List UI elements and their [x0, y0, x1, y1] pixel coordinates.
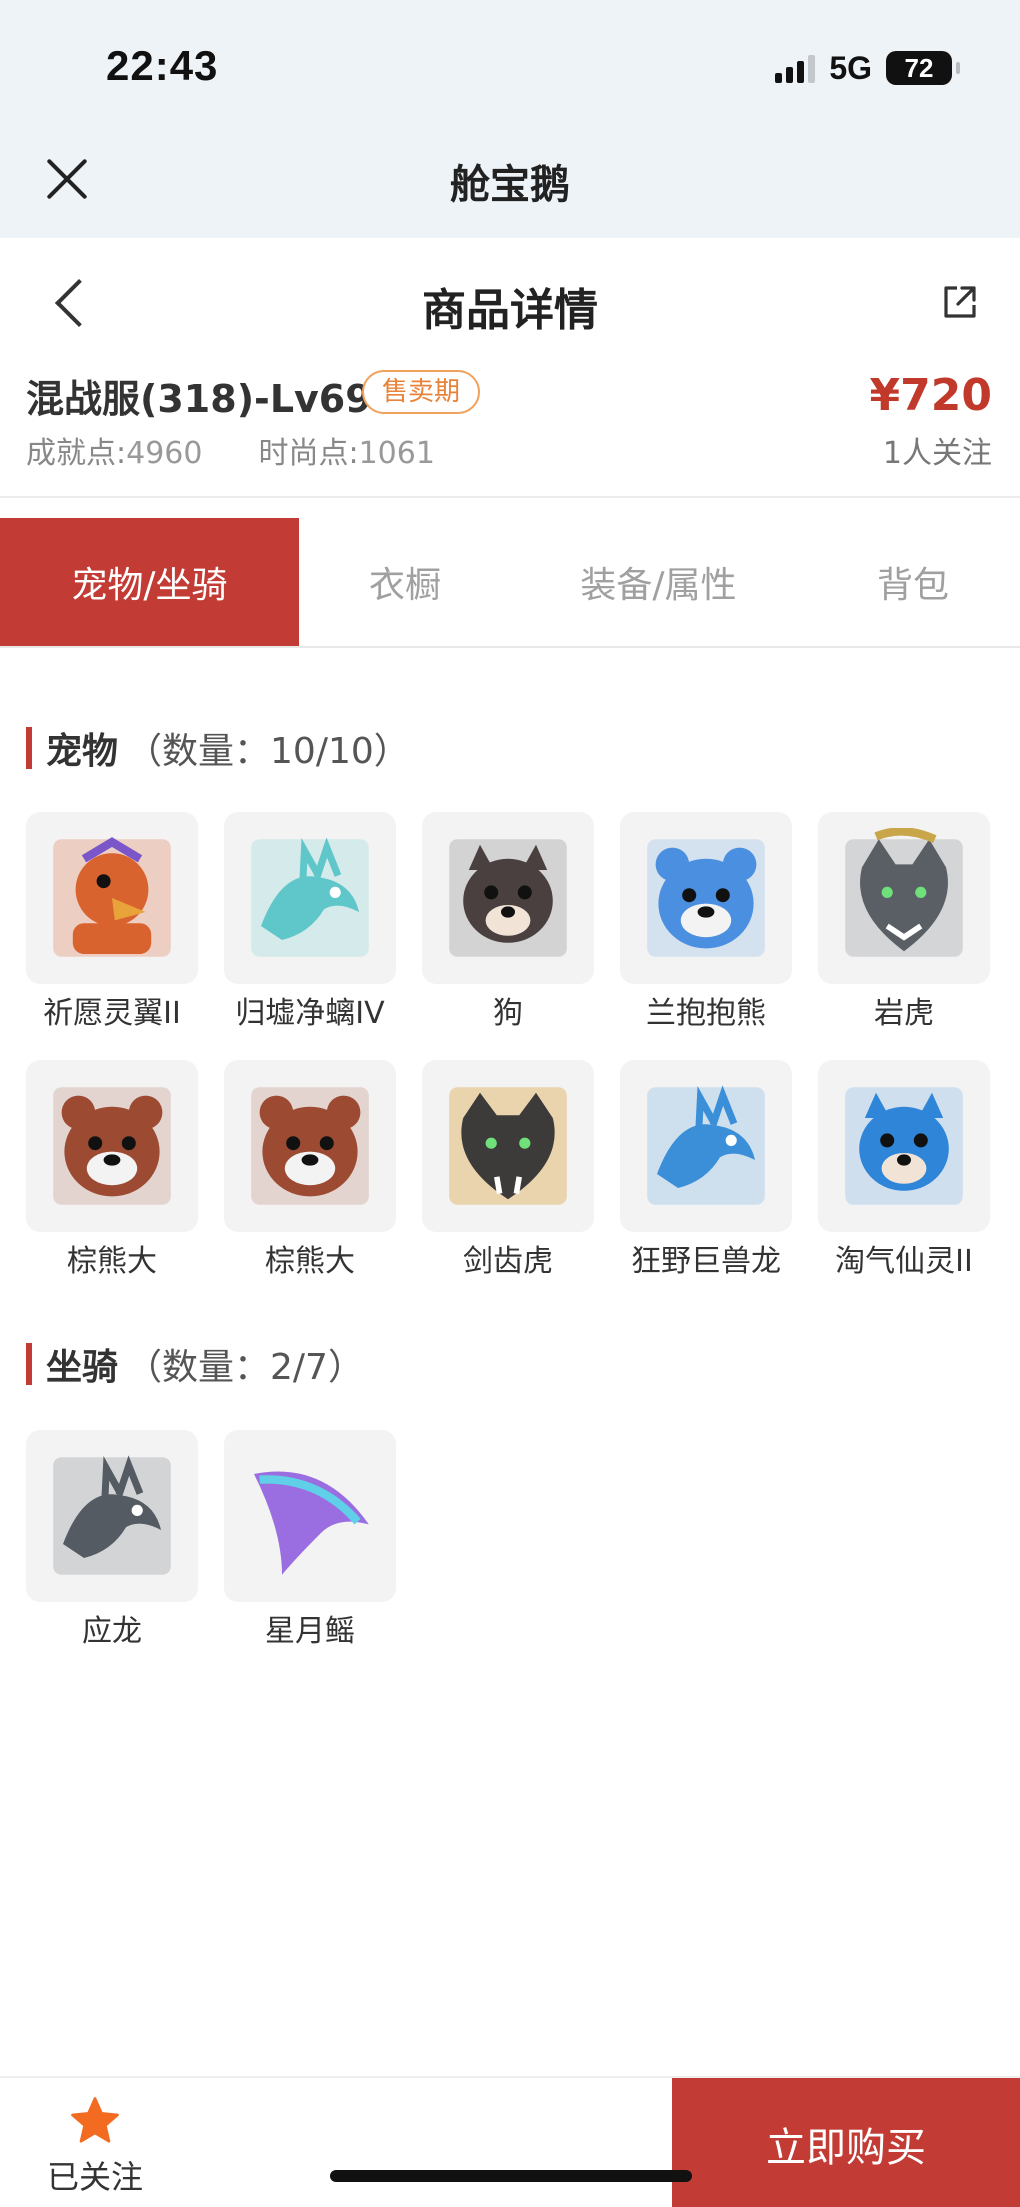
- pets-card[interactable]: 兰抱抱熊: [620, 812, 792, 1032]
- tab-pets-mounts[interactable]: 宠物/坐骑: [0, 518, 299, 646]
- mounts-card[interactable]: 星月鳐: [224, 1430, 396, 1650]
- pets-card[interactable]: 归墟净螭IV: [224, 812, 396, 1032]
- follow-label: 已关注: [46, 2158, 143, 2196]
- bear-icon: [620, 812, 792, 984]
- pets-name: 兰抱抱熊: [646, 996, 766, 1031]
- battery-icon: 72: [886, 51, 960, 85]
- pets-name: 祈愿灵翼II: [43, 996, 181, 1031]
- follow-button[interactable]: 已关注: [40, 2094, 150, 2198]
- pets-card[interactable]: 祈愿灵翼II: [26, 812, 198, 1032]
- dog-icon: [422, 812, 594, 984]
- dragon-icon: [224, 812, 396, 984]
- pets-card[interactable]: 狗: [422, 812, 594, 1032]
- pets-name: 淘气仙灵II: [835, 1244, 973, 1279]
- pets-count: （数量：10/10）: [126, 731, 410, 772]
- tiger-icon: [422, 1060, 594, 1232]
- pets-card[interactable]: 淘气仙灵II: [818, 1060, 990, 1280]
- buy-now-button[interactable]: 立即购买: [672, 2078, 1020, 2207]
- status-badge: 售卖期: [362, 370, 481, 414]
- dragon-icon: [620, 1060, 792, 1232]
- star-icon: [71, 2097, 119, 2143]
- pets-grid: 祈愿灵翼II 归墟净螭IV 狗 兰抱抱熊 岩虎棕熊大 棕熊大 剑齿虎 狂野巨兽龙 淘气仙灵II: [26, 812, 990, 1280]
- fashion-label: 时尚点:: [258, 436, 359, 471]
- tab-wardrobe[interactable]: 衣橱: [299, 518, 511, 646]
- bear-icon: [26, 1060, 198, 1232]
- tab-equipment[interactable]: 装备/属性: [511, 518, 806, 646]
- product-name: 混战服(318)-Lv69: [26, 377, 372, 421]
- fashion-value: 1061: [358, 436, 435, 471]
- product-meta: 成就点:4960 时尚点:1061: [26, 428, 435, 472]
- signal-icon: [775, 53, 816, 83]
- price: ¥720: [869, 370, 992, 421]
- dragon-icon: [26, 1430, 198, 1602]
- pets-card[interactable]: 剑齿虎: [422, 1060, 594, 1280]
- ray-icon: [224, 1430, 396, 1602]
- pets-name: 棕熊大: [265, 1244, 355, 1279]
- share-icon[interactable]: [940, 282, 980, 322]
- mounts-card[interactable]: 应龙: [26, 1430, 198, 1650]
- mounts-name: 星月鳐: [265, 1614, 355, 1649]
- tab-backpack[interactable]: 背包: [806, 518, 1020, 646]
- mounts-grid: 应龙 星月鳐: [26, 1430, 990, 1650]
- pets-card[interactable]: 棕熊大: [26, 1060, 198, 1280]
- mounts-section-title: 坐骑 （数量：2/7）: [26, 1338, 364, 1390]
- pets-section-title: 宠物 （数量：10/10）: [26, 722, 410, 774]
- battery-level: 72: [904, 52, 934, 83]
- divider: [0, 496, 1020, 498]
- mounts-name: 应龙: [82, 1614, 142, 1649]
- section-marker: [26, 1343, 32, 1385]
- pets-card[interactable]: 棕熊大: [224, 1060, 396, 1280]
- pets-name: 狗: [493, 996, 523, 1031]
- tab-bar: 宠物/坐骑 衣橱 装备/属性 背包: [0, 518, 1020, 648]
- pets-card[interactable]: 狂野巨兽龙: [620, 1060, 792, 1280]
- bear-icon: [224, 1060, 396, 1232]
- app-title: 舱宝鹅: [450, 162, 570, 208]
- achievement-value: 4960: [126, 436, 203, 471]
- pets-name: 归墟净螭IV: [235, 996, 385, 1031]
- bird-icon: [26, 812, 198, 984]
- dog-icon: [818, 1060, 990, 1232]
- mounts-count: （数量：2/7）: [126, 1347, 364, 1388]
- pets-name: 岩虎: [874, 996, 934, 1031]
- bottom-bar: 已关注 立即购买: [0, 2076, 1020, 2207]
- page-title: 商品详情: [422, 285, 598, 336]
- pets-card[interactable]: 岩虎: [818, 812, 990, 1032]
- section-marker: [26, 727, 32, 769]
- pets-title: 宠物: [46, 731, 119, 772]
- follower-count: 1人关注: [882, 436, 992, 471]
- home-indicator: [330, 2170, 692, 2182]
- achievement-label: 成就点:: [26, 436, 127, 471]
- pets-name: 狂野巨兽龙: [631, 1244, 781, 1279]
- status-indicators: 5G 72: [775, 46, 960, 90]
- pets-name: 剑齿虎: [463, 1244, 553, 1279]
- status-time: 22:43: [106, 42, 219, 89]
- mounts-title: 坐骑: [46, 1347, 119, 1388]
- pets-name: 棕熊大: [67, 1244, 157, 1279]
- network-type: 5G: [829, 49, 872, 86]
- wolf-icon: [818, 812, 990, 984]
- app-header: 22:43 5G 72 舱宝鹅: [0, 0, 1020, 238]
